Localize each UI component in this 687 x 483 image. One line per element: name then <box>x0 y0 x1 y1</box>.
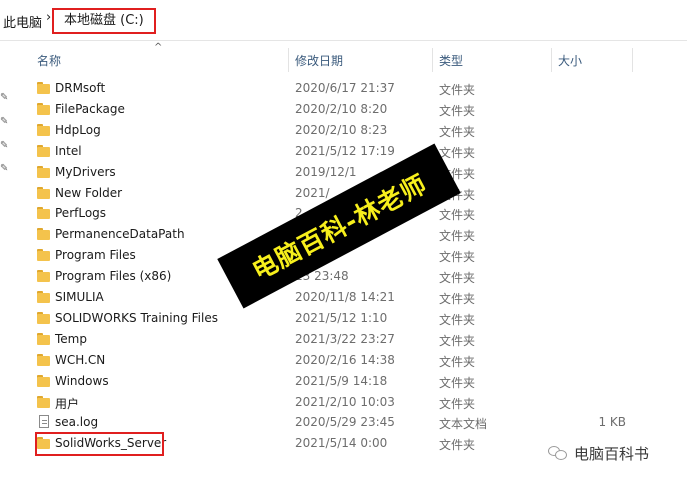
file-name: Program Files (x86) <box>55 269 172 283</box>
file-row[interactable]: Intel 2021/5/12 17:19 文件夹 <box>0 141 687 162</box>
file-name: HdpLog <box>55 123 101 137</box>
file-row[interactable]: Temp 2021/3/22 23:27 文件夹 <box>0 329 687 350</box>
file-name: Temp <box>55 332 87 346</box>
column-header-bar: 名称 修改日期 类型 大小 <box>0 40 687 76</box>
file-row[interactable]: HdpLog 2020/2/10 8:23 文件夹 <box>0 120 687 141</box>
file-type: 文件夹 <box>439 397 476 411</box>
folder-icon <box>37 103 50 115</box>
file-date: 2020/5/29 23:45 <box>295 415 395 429</box>
file-type: 文件夹 <box>439 438 476 452</box>
file-type: 文件夹 <box>439 146 476 160</box>
chat-bubble-icon <box>548 445 568 461</box>
folder-icon <box>37 270 50 282</box>
breadcrumb-separator[interactable]: › <box>46 10 51 25</box>
folder-icon <box>37 312 50 324</box>
file-date: 2020/11/8 14:21 <box>295 290 395 304</box>
file-size: 1 KB <box>598 415 626 429</box>
file-row[interactable]: FilePackage 2020/2/10 8:20 文件夹 <box>0 99 687 120</box>
file-date: 2021/2/10 10:03 <box>295 395 395 409</box>
file-date: 2021/5/9 14:18 <box>295 374 388 388</box>
file-row[interactable]: 用户 2021/2/10 10:03 文件夹 <box>0 392 687 413</box>
file-type: 文本文档 <box>439 417 488 431</box>
column-header-date[interactable]: 修改日期 <box>295 52 343 69</box>
file-date: 2021/5/12 17:19 <box>295 144 395 158</box>
file-date: 2020/2/16 14:38 <box>295 353 395 367</box>
file-date: 2021/5/14 0:00 <box>295 436 388 450</box>
folder-icon <box>37 145 50 157</box>
file-row[interactable]: WCH.CN 2020/2/16 14:38 文件夹 <box>0 350 687 371</box>
file-name: WCH.CN <box>55 353 106 367</box>
file-date: 2020/6/17 21:37 <box>295 81 395 95</box>
column-divider[interactable] <box>432 48 433 72</box>
folder-icon <box>37 396 50 408</box>
folder-icon <box>37 187 50 199</box>
file-type: 文件夹 <box>439 229 476 243</box>
column-divider[interactable] <box>632 48 633 72</box>
folder-icon <box>37 333 50 345</box>
folder-icon <box>37 207 50 219</box>
column-divider[interactable] <box>288 48 289 72</box>
column-header-size[interactable]: 大小 <box>558 52 582 69</box>
folder-icon <box>37 291 50 303</box>
file-type: 文件夹 <box>439 104 476 118</box>
sort-ascending-icon: ^ <box>154 42 163 53</box>
file-type: 文件夹 <box>439 271 476 285</box>
column-header-type[interactable]: 类型 <box>439 52 463 69</box>
folder-icon <box>37 354 50 366</box>
file-date: 2021/ <box>295 186 330 200</box>
file-name: SOLIDWORKS Training Files <box>55 311 218 325</box>
file-row[interactable]: MyDrivers 2019/12/1 文件夹 <box>0 162 687 183</box>
file-name: DRMsoft <box>55 81 106 95</box>
file-name: New Folder <box>55 186 123 200</box>
column-header-name[interactable]: 名称 <box>37 52 61 69</box>
breadcrumb-current-drive[interactable]: 本地磁盘 (C:) <box>52 8 156 34</box>
file-name: 用户 <box>55 397 80 411</box>
file-name: FilePackage <box>55 102 125 116</box>
file-type: 文件夹 <box>439 250 476 264</box>
folder-icon <box>37 228 50 240</box>
text-file-icon <box>39 415 49 428</box>
file-row[interactable]: sea.log 2020/5/29 23:45 文本文档 1 KB <box>0 412 687 433</box>
file-type: 文件夹 <box>439 83 476 97</box>
highlight-box <box>35 432 164 456</box>
source-watermark: 电脑百科书 <box>548 442 649 464</box>
file-date: 2019/12/1 <box>295 165 357 179</box>
file-name: Windows <box>55 374 109 388</box>
file-name: Intel <box>55 144 82 158</box>
folder-icon <box>37 82 50 94</box>
file-name: Program Files <box>55 248 136 262</box>
file-type: 文件夹 <box>439 292 476 306</box>
folder-icon <box>37 124 50 136</box>
file-row[interactable]: SOLIDWORKS Training Files 2021/5/12 1:10 文… <box>0 308 687 329</box>
file-date: 2020/2/10 8:20 <box>295 102 388 116</box>
file-name: sea.log <box>55 415 99 429</box>
folder-icon <box>37 166 50 178</box>
breadcrumb-this-pc[interactable]: 此电脑 <box>3 12 42 31</box>
file-type: 文件夹 <box>439 208 476 222</box>
file-date: 2020/2/10 8:23 <box>295 123 388 137</box>
file-name: PermanenceDataPath <box>55 227 185 241</box>
column-divider[interactable] <box>551 48 552 72</box>
file-row[interactable]: DRMsoft 2020/6/17 21:37 文件夹 <box>0 78 687 99</box>
file-type: 文件夹 <box>439 334 476 348</box>
file-type: 文件夹 <box>439 376 476 390</box>
file-row[interactable]: Program Files (x86) 13 23:48 文件夹 <box>0 266 687 287</box>
file-name: PerfLogs <box>55 206 107 220</box>
file-row[interactable]: Windows 2021/5/9 14:18 文件夹 <box>0 371 687 392</box>
file-type: 文件夹 <box>439 125 476 139</box>
file-date: 2021/3/22 23:27 <box>295 332 395 346</box>
file-row[interactable]: SIMULIA 2020/11/8 14:21 文件夹 <box>0 287 687 308</box>
address-bar[interactable]: 此电脑 › 本地磁盘 (C:) <box>0 0 687 41</box>
watermark-text: 电脑百科书 <box>574 444 650 463</box>
file-type: 文件夹 <box>439 313 476 327</box>
folder-icon <box>37 375 50 387</box>
file-name: MyDrivers <box>55 165 116 179</box>
file-name: SIMULIA <box>55 290 104 304</box>
file-date: 2021/5/12 1:10 <box>295 311 388 325</box>
file-type: 文件夹 <box>439 355 476 369</box>
folder-icon <box>37 249 50 261</box>
